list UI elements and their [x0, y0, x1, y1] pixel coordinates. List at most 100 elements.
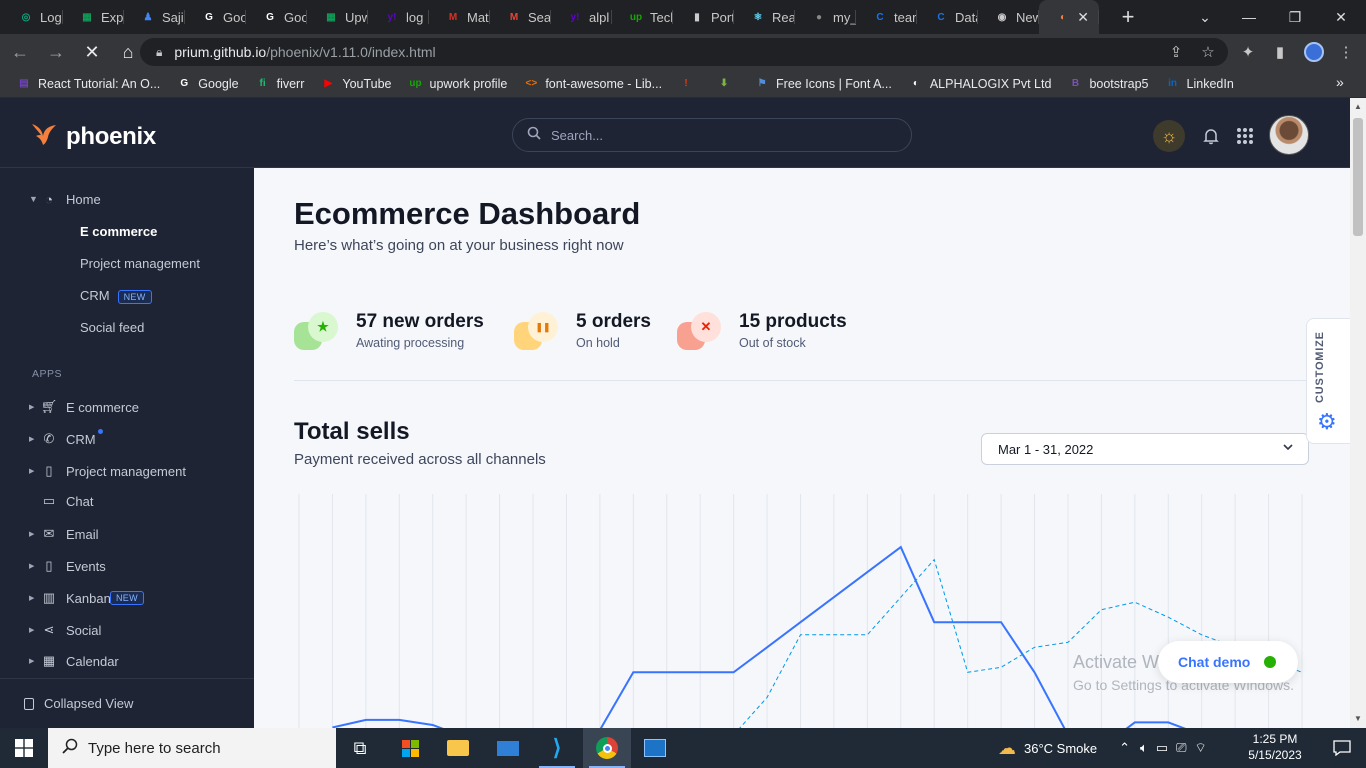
notification-bell-icon[interactable]	[1195, 120, 1227, 152]
collapsed-view-toggle[interactable]: Collapsed View	[0, 678, 254, 728]
weather-text[interactable]: 36°C Smoke	[1024, 741, 1097, 756]
browser-tab[interactable]: ▦ Upw	[307, 0, 368, 34]
sidebar-sub-social-feed[interactable]: Social feed	[80, 320, 144, 335]
scroll-down-icon[interactable]: ▼	[1354, 714, 1362, 723]
sidebar-app-events[interactable]: ▶ ▯ Events	[0, 553, 254, 579]
bookmarks-overflow-icon[interactable]: »	[1336, 74, 1344, 90]
sidebar-item-home[interactable]: ▼ ◔ Home	[0, 186, 254, 212]
sidebar-app-chat[interactable]: ▭ Chat	[0, 488, 254, 514]
browser-tab-label: Rea	[772, 9, 795, 25]
url-bar[interactable]: 🔒︎ prium.github.io/phoenix/v1.11.0/index…	[140, 38, 1228, 66]
browser-tab[interactable]: ◉ New	[978, 0, 1039, 34]
back-button[interactable]: ←	[4, 36, 36, 68]
sidebar-sub-crm[interactable]: CRM NEW	[80, 288, 152, 304]
chat-demo-button[interactable]: Chat demo	[1158, 641, 1298, 683]
speaker-icon[interactable]: 🔈︎	[1140, 740, 1148, 756]
tray-chevron-up-icon[interactable]: ⌃	[1119, 740, 1130, 756]
microsoft-store-icon[interactable]	[386, 728, 434, 768]
bookmark-item[interactable]: G Google	[176, 76, 238, 92]
bookmark-item[interactable]: ▶ YouTube	[320, 76, 392, 92]
bookmark-item[interactable]: fi fiverr	[255, 76, 305, 92]
browser-tab[interactable]: ◐ ✕	[1039, 0, 1099, 34]
bookmark-item[interactable]: up upwork profile	[408, 76, 507, 92]
bookmark-item[interactable]: in LinkedIn	[1165, 76, 1234, 92]
share-icon[interactable]: ⇪	[1160, 34, 1192, 70]
sidebar-sub-ecommerce[interactable]: E commerce	[80, 224, 157, 239]
sidebar-app-kanban[interactable]: ▶ ▥ Kanban NEW	[0, 585, 254, 611]
side-panel-icon[interactable]: ▮	[1264, 34, 1296, 70]
bookmark-item[interactable]: ⚑ Free Icons | Font A...	[754, 76, 892, 92]
taskbar-search[interactable]: Type here to search	[48, 728, 336, 768]
bookmark-item[interactable]: ⬇	[716, 76, 738, 92]
sidebar-app-calendar[interactable]: ▶ ▦ Calendar	[0, 648, 254, 674]
browser-tab[interactable]: ▦ Exp	[63, 0, 124, 34]
chrome-icon[interactable]	[583, 728, 631, 768]
wifi-icon[interactable]: ⌔	[1195, 740, 1207, 756]
user-avatar[interactable]	[1269, 115, 1309, 155]
bookmark-star-icon[interactable]: ☆	[1192, 34, 1224, 70]
bookmark-item[interactable]: ▤ React Tutorial: An O...	[16, 76, 160, 92]
browser-tab[interactable]: ◎ Log	[2, 0, 63, 34]
bookmark-item[interactable]: Bbootstrap5	[1067, 76, 1149, 92]
browser-tab[interactable]: M Mat	[429, 0, 490, 34]
bookmark-item[interactable]: ◐ ALPHALOGIX Pvt Ltd	[908, 76, 1052, 92]
browser-tab[interactable]: ● my_	[795, 0, 856, 34]
forward-button[interactable]: →	[40, 36, 72, 68]
cart-icon: 🛒︎	[40, 399, 58, 414]
customize-panel-tab[interactable]: CUSTOMIZE ⚙	[1306, 318, 1350, 444]
browser-tab[interactable]: Ctear	[856, 0, 917, 34]
search-box[interactable]	[512, 118, 912, 152]
apps-grid-icon[interactable]	[1229, 120, 1261, 152]
sidebar-app-e-commerce[interactable]: ▶ 🛒︎ E commerce	[0, 394, 254, 420]
minimize-button[interactable]: —	[1226, 0, 1272, 34]
page-scrollbar[interactable]: ▲ ▼	[1350, 98, 1366, 728]
scroll-up-icon[interactable]: ▲	[1354, 102, 1362, 111]
chrome-menu-icon[interactable]: ⋮	[1330, 34, 1362, 70]
extensions-puzzle-icon[interactable]: ✦	[1232, 34, 1264, 70]
bookmark-item[interactable]: !	[678, 76, 700, 92]
sidebar-app-crm[interactable]: ▶ ✆ CRM	[0, 426, 254, 452]
file-explorer-icon[interactable]	[434, 728, 482, 768]
sidebar-app-email[interactable]: ▶ ✉ Email	[0, 521, 254, 547]
sidebar-app-social[interactable]: ▶ ⋖ Social	[0, 617, 254, 643]
brand-logo[interactable]: phoenix	[30, 120, 156, 153]
browser-tab[interactable]: y! log	[368, 0, 429, 34]
browser-tab[interactable]: M Sea	[490, 0, 551, 34]
theme-toggle-sun-icon[interactable]: ☼	[1153, 120, 1185, 152]
sidebar-app-project-management[interactable]: ▶ ▯ Project management	[0, 458, 254, 484]
close-tab-icon[interactable]: ✕	[1077, 9, 1089, 26]
mail-icon[interactable]	[484, 728, 532, 768]
browser-tab[interactable]: ♟ Saji	[124, 0, 185, 34]
sidebar-sub-project-management[interactable]: Project management	[80, 256, 200, 271]
task-view-icon[interactable]: ⧉	[336, 728, 384, 768]
restore-button[interactable]: ❐	[1272, 0, 1318, 34]
pie-chart-icon: ◔	[45, 191, 53, 207]
new-tab-button[interactable]: +	[1113, 4, 1143, 30]
battery-icon[interactable]: ▭	[1156, 740, 1168, 756]
browser-tab[interactable]: C Data	[917, 0, 978, 34]
profile-icon[interactable]	[1298, 34, 1330, 70]
date-range-select[interactable]: Mar 1 - 31, 2022	[981, 433, 1309, 465]
search-input[interactable]	[551, 127, 891, 143]
new-badge: NEW	[117, 289, 152, 304]
photos-icon[interactable]	[631, 728, 679, 768]
device-icon[interactable]: ⎚	[1176, 740, 1186, 756]
stop-reload-button[interactable]: ✕	[76, 36, 108, 68]
tab-search-chevron-icon[interactable]: ⌄	[1182, 0, 1228, 34]
browser-tab[interactable]: ⚛ Rea	[734, 0, 795, 34]
browser-tab[interactable]: ▮ Port	[673, 0, 734, 34]
windows-start-button[interactable]	[0, 728, 48, 768]
browser-tab[interactable]: y! alpl	[551, 0, 612, 34]
vscode-icon[interactable]: ⟩	[533, 728, 581, 768]
scrollbar-thumb[interactable]	[1353, 118, 1363, 236]
notification-center-icon[interactable]	[1318, 728, 1366, 768]
browser-tab[interactable]: G Goo	[246, 0, 307, 34]
alert-icon: !	[684, 78, 688, 89]
browser-tab[interactable]: up Tecl	[612, 0, 673, 34]
react-icon: ⚛	[753, 11, 763, 23]
browser-tab[interactable]: G Goo	[185, 0, 246, 34]
bookmark-item[interactable]: <> font-awesome - Lib...	[523, 76, 662, 92]
close-window-button[interactable]: ✕	[1318, 0, 1364, 34]
sheets-icon: ▦	[326, 11, 336, 23]
taskbar-clock[interactable]: 1:25 PM 5/15/2023	[1245, 731, 1305, 763]
